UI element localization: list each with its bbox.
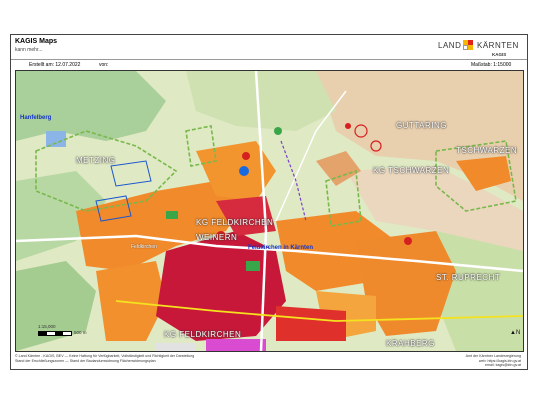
footer-disclaimer: © Land Kärnten - KAGIS, BEV — Keine Haft… bbox=[15, 354, 345, 363]
scale-ratio-label: 1:15,000 bbox=[38, 324, 56, 329]
zoning-map bbox=[16, 71, 523, 351]
header-divider bbox=[11, 59, 527, 60]
carinthia-logo-icon bbox=[463, 40, 473, 50]
app-title: KAGIS Maps bbox=[15, 38, 58, 45]
traffic-area bbox=[156, 343, 196, 351]
footer-line: Stand der Erschließungszonen — Stand der… bbox=[15, 358, 156, 363]
poi-blue bbox=[239, 166, 249, 176]
place-label: KG FELDKIRCHEN bbox=[196, 218, 274, 227]
place-label: Hanfelberg bbox=[20, 115, 52, 121]
poi-green bbox=[274, 127, 282, 135]
park-area bbox=[246, 261, 260, 271]
water-area bbox=[46, 131, 66, 147]
footer-contact: Amt der Kärntner Landesregierung web: ht… bbox=[451, 354, 521, 368]
place-label: KG FELDKIRCHEN bbox=[164, 330, 242, 339]
north-label: N bbox=[515, 330, 521, 336]
poi-dot bbox=[345, 123, 351, 129]
created-date: Erstellt am: 12.07.2022 bbox=[29, 62, 81, 68]
logo-kaernten-text: KÄRNTEN bbox=[477, 41, 519, 50]
author-label: von: bbox=[99, 62, 109, 68]
scale-bar-label: 500 m bbox=[74, 330, 87, 335]
scale-bar bbox=[38, 331, 72, 336]
logo-kagis-text: KAGIS bbox=[492, 52, 507, 57]
park-area bbox=[166, 211, 178, 219]
place-label: ST. RUPRECHT bbox=[436, 273, 501, 282]
industrial-zone bbox=[276, 306, 346, 341]
place-label: Feldkirchen bbox=[131, 244, 157, 250]
poi-dot bbox=[242, 152, 250, 160]
place-label: TSCHWARZEN bbox=[456, 146, 518, 155]
logo-land-text: LAND bbox=[438, 41, 462, 50]
scale-label: Maßstab: 1:15000 bbox=[471, 62, 512, 68]
place-label: GUTTARING bbox=[396, 121, 448, 130]
place-label: WEINERN bbox=[196, 233, 238, 242]
app-subtitle: kann mehr... bbox=[15, 47, 43, 53]
special-zone bbox=[206, 339, 266, 351]
poi-dot bbox=[404, 237, 412, 245]
map-frame[interactable]: Hanfelberg GUTTARING METZING TSCHWARZEN … bbox=[15, 70, 524, 352]
forest-area bbox=[16, 71, 166, 141]
place-label: KRAHBERG bbox=[386, 339, 435, 348]
north-arrow-icon: ▲N bbox=[510, 330, 521, 336]
place-label: KG TSCHWARZEN bbox=[373, 166, 450, 175]
footer-email[interactable]: email: kagis@ktn.gv.at bbox=[451, 363, 521, 368]
map-sheet: KAGIS Maps kann mehr... LAND KÄRNTEN KAG… bbox=[10, 34, 528, 370]
town-name-label: Feldkirchen in Kärnten bbox=[248, 245, 314, 251]
place-label: METZING bbox=[76, 156, 116, 165]
